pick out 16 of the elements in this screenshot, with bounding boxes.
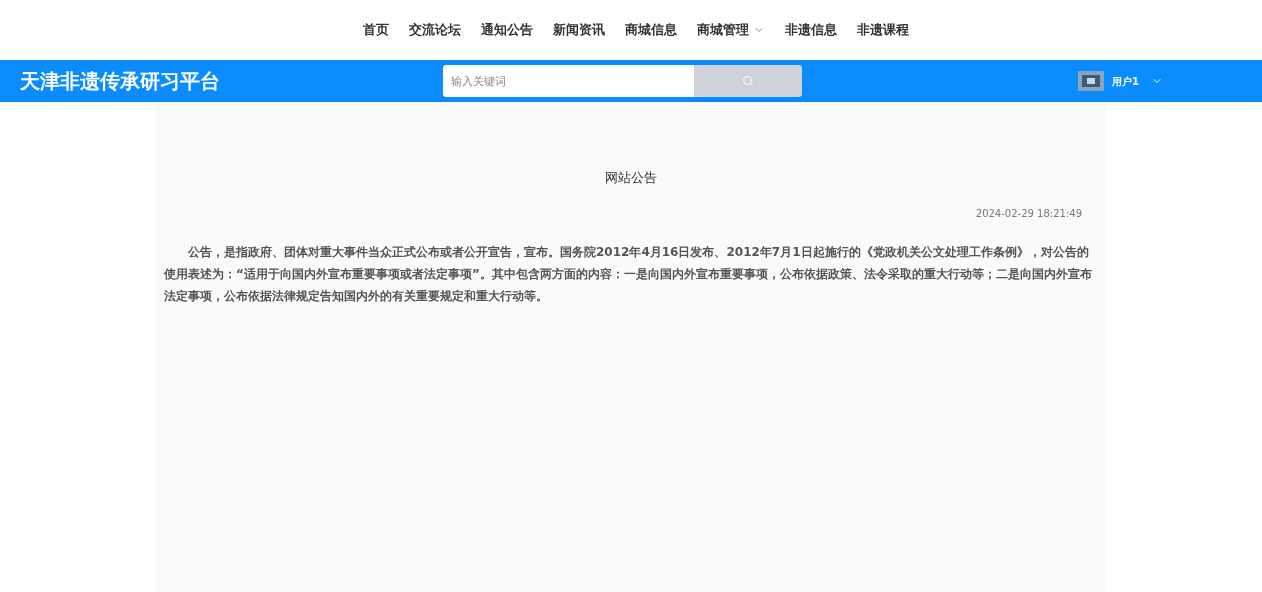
- nav-dropdown[interactable]: 商城管理: [697, 20, 765, 40]
- site-title: 天津非遗传承研习平台: [20, 68, 221, 95]
- search-field[interactable]: 输入关键词: [443, 65, 694, 97]
- nav-link[interactable]: 商城信息: [625, 20, 677, 40]
- nav-link[interactable]: 新闻资讯: [553, 20, 605, 40]
- nav-link[interactable]: 非遗信息: [785, 20, 837, 40]
- search-icon: [742, 75, 754, 87]
- notice-body: 公告，是指政府、团体对重大事件当众正式公布或者公开宣告，宣布。国务院2012年4月16日发布、2012年7月1日起施行的《党政机关公文处理工作条例》，对公告的使用表述为：“适用于向国内外宣布重要事项或者法定事项”。其中包含两方面的内容：一是向国内外宣布重要事项，公布依据政策、法令采取的重大行动等；二是向国内外宣布法定事项，公布依据法律规定告知国内外的有关重要规定和重大行动等。: [164, 243, 1093, 305]
- nav-link[interactable]: 交流论坛: [409, 20, 461, 40]
- nav-link[interactable]: 首页: [363, 20, 389, 40]
- notice-title: 网站公告: [604, 169, 658, 187]
- notice-date: 2024-02-29 18:21:49: [975, 206, 1082, 221]
- nav-link[interactable]: 非遗课程: [857, 20, 909, 40]
- nav-link[interactable]: 通知公告: [481, 20, 533, 40]
- avatar-icon: [1078, 71, 1104, 91]
- search-button[interactable]: [694, 65, 802, 97]
